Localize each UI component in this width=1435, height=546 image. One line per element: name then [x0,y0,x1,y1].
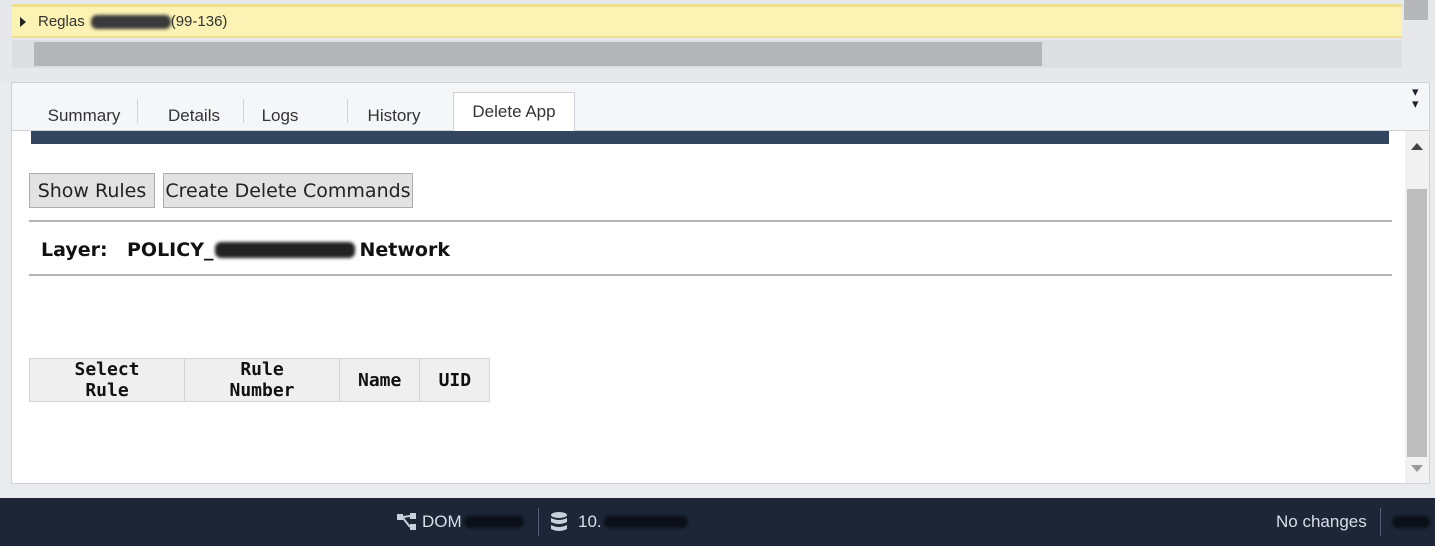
scroll-thumb[interactable] [1407,189,1427,457]
layer-row: Layer: POLICY_ Network [41,237,450,263]
redacted-text [90,14,171,29]
divider [29,220,1392,222]
server-address: 10. [578,512,602,531]
scroll-down-arrow-icon[interactable] [1411,465,1423,472]
app-window: Reglas (99-136) Summary Details Logs His… [0,0,1435,546]
details-panel: Summary Details Logs History Delete App … [11,82,1430,484]
delete-app-content: Show Rules Create Delete Commands Layer:… [12,131,1404,483]
user-indicator[interactable] [1390,498,1430,546]
rule-section-label: Reglas [38,13,85,30]
status-divider [538,508,539,536]
tab-divider [347,99,348,123]
divider [29,274,1392,276]
rulebase-horizontal-scroll-thumb[interactable] [34,42,1042,66]
redacted-text [1392,516,1430,528]
rulebase-area: Reglas (99-136) [0,0,1435,82]
tab-bar: Summary Details Logs History Delete App … [12,83,1429,132]
column-header-name[interactable]: Name [338,358,421,402]
tab-delete-app[interactable]: Delete App [453,92,575,132]
rule-section-row[interactable]: Reglas (99-136) [12,4,1402,38]
header-banner [31,131,1389,144]
database-icon [551,512,567,531]
scroll-up-arrow-icon[interactable] [1411,143,1423,150]
triangle-right-icon[interactable] [20,16,26,27]
table-header-row: Select Rule Rule Number Name UID [29,358,491,402]
layer-value-prefix: POLICY_ [127,239,214,261]
status-divider [1380,508,1381,536]
tab-logs[interactable]: Logs [244,101,316,131]
double-chevron-down-icon[interactable]: ▾ ▾ [1412,85,1419,110]
server-indicator[interactable]: 10. [550,498,688,546]
layer-label: Layer: [41,239,108,261]
column-header-rule-number[interactable]: Rule Number [184,358,340,402]
domain-name: DOM [422,512,462,531]
tab-history[interactable]: History [353,101,435,131]
redacted-text [603,516,688,528]
changes-status: No changes [1276,512,1367,531]
rule-section-range: (99-136) [170,13,228,30]
rulebase-vertical-scrollbar[interactable] [1404,0,1428,20]
column-header-select-rule[interactable]: Select Rule [29,358,185,402]
status-bar: DOM 10. No changes [0,498,1435,546]
tab-summary[interactable]: Summary [36,101,132,131]
tab-divider [137,99,138,123]
rules-table: Select Rule Rule Number Name UID [29,358,491,402]
redacted-text [463,516,524,528]
domain-indicator[interactable]: DOM [396,498,524,546]
show-rules-button[interactable]: Show Rules [29,173,155,208]
content-vertical-scrollbar[interactable] [1405,131,1429,483]
tab-details[interactable]: Details [143,101,245,131]
network-topology-icon [397,513,416,530]
column-header-uid[interactable]: UID [419,358,491,402]
redacted-text [215,242,356,258]
create-delete-commands-button[interactable]: Create Delete Commands [163,173,413,208]
layer-value-suffix: Network [359,239,450,261]
